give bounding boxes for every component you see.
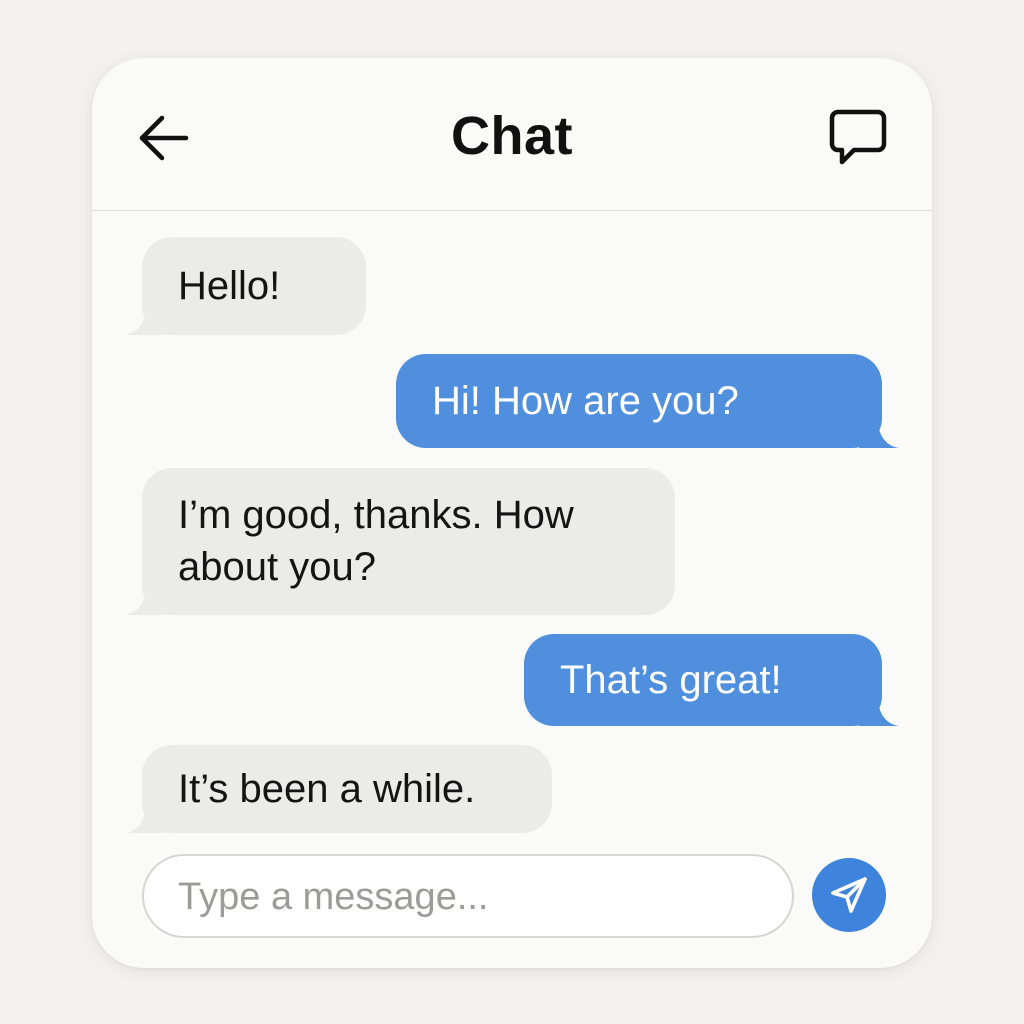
- send-button[interactable]: [812, 858, 886, 932]
- bubble-tail: [125, 305, 165, 335]
- message-incoming: I’m good, thanks. How about you?: [125, 468, 675, 615]
- message-outgoing: Hi! How are you?: [396, 354, 899, 448]
- chat-window: Chat Hello! Hi! How are you? I’m good, t…: [92, 58, 932, 968]
- message-text: Hi! How are you?: [432, 379, 739, 423]
- message-input[interactable]: [176, 870, 770, 924]
- bubble-tail: [859, 696, 899, 726]
- message-text: Hello!: [178, 264, 281, 308]
- message-incoming: It’s been a while.: [125, 745, 552, 833]
- message-text: I’m good, thanks. How about you?: [178, 493, 574, 589]
- message-outgoing: That’s great!: [524, 634, 899, 726]
- new-chat-button[interactable]: [826, 106, 890, 170]
- message-incoming: Hello!: [125, 237, 366, 335]
- chat-header: Chat: [92, 58, 932, 211]
- message-text: That’s great!: [560, 658, 782, 702]
- message-text: It’s been a while.: [178, 767, 476, 811]
- bubble-tail: [125, 585, 165, 615]
- bubble-tail: [859, 418, 899, 448]
- page-title: Chat: [451, 106, 573, 166]
- bubble-tail: [125, 803, 165, 833]
- chat-bubble-icon: [829, 109, 887, 165]
- message-composer: [142, 854, 794, 938]
- paper-plane-icon: [831, 877, 867, 913]
